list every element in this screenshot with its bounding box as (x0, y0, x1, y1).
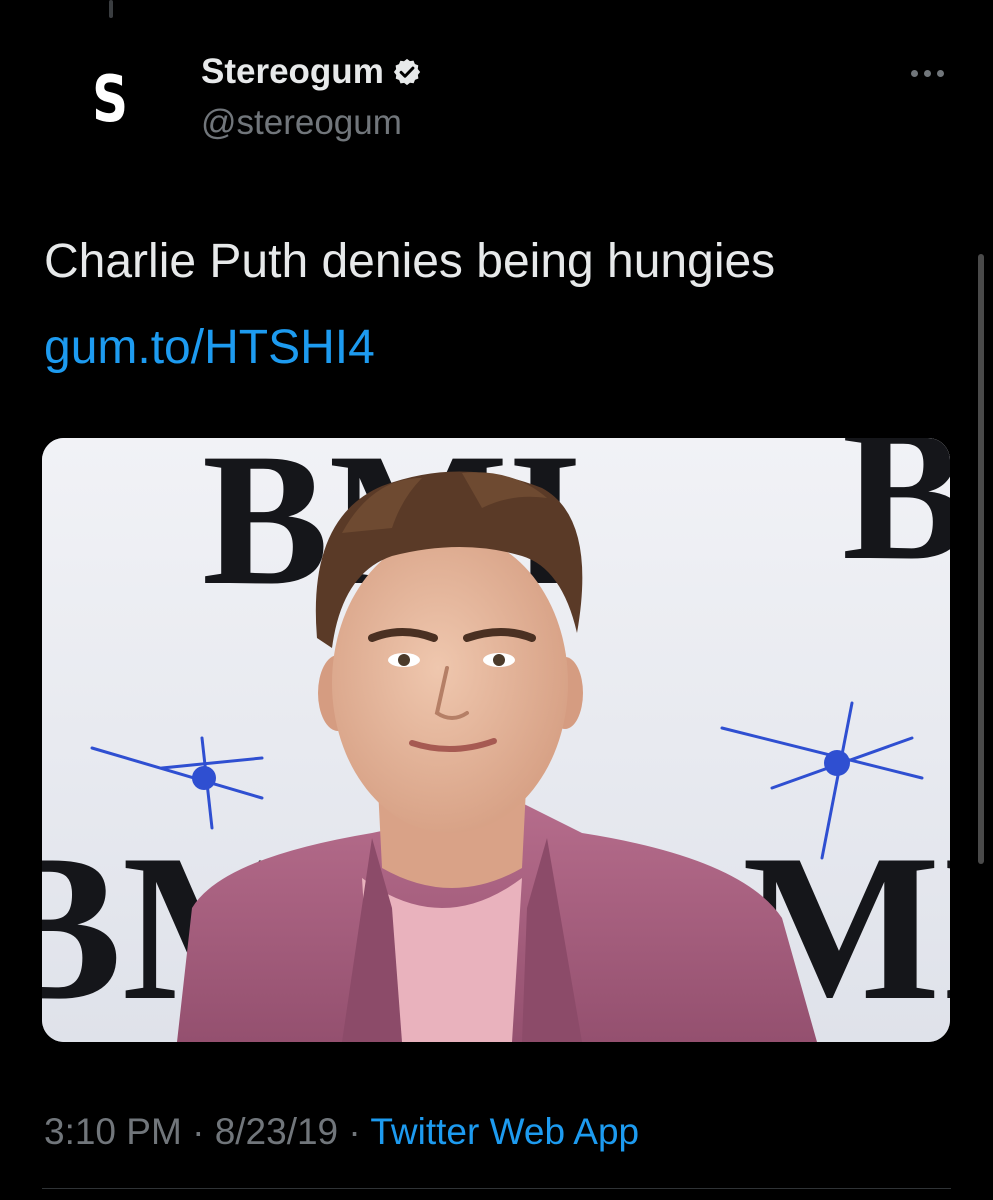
more-options-dot (936, 69, 944, 77)
scrollbar-thumb[interactable] (978, 254, 984, 864)
backdrop-logo-top-right: BMI (842, 438, 950, 600)
author-display-name[interactable]: Stereogum (201, 52, 384, 92)
divider (42, 1188, 951, 1189)
author-name-row[interactable]: Stereogum (201, 52, 422, 92)
more-options-button[interactable] (905, 58, 949, 88)
author-handle[interactable]: @stereogum (201, 103, 402, 143)
more-options-icon (910, 69, 918, 77)
tweet-media-photo[interactable]: BMI BMI BMI BMI (42, 438, 950, 1042)
tweet-time[interactable]: 3:10 PM (44, 1111, 182, 1152)
tweet-date[interactable]: 8/23/19 (215, 1111, 338, 1152)
more-options-dot (923, 69, 931, 77)
avatar-logo-letter: S (92, 63, 128, 137)
photo-illustration: BMI BMI BMI BMI (42, 438, 950, 1042)
tweet-link[interactable]: gum.to/HTSHI4 (44, 318, 375, 378)
verified-badge-icon (392, 57, 422, 87)
tweet-meta-row: 3:10 PM · 8/23/19 · Twitter Web App (44, 1108, 639, 1156)
tweet-body-text: Charlie Puth denies being hungies (44, 235, 776, 288)
meta-separator: · (192, 1111, 205, 1152)
tweet-source-link[interactable]: Twitter Web App (370, 1111, 639, 1152)
thread-connector-line (109, 0, 113, 18)
meta-separator: · (348, 1111, 361, 1152)
author-avatar[interactable]: S (60, 50, 160, 150)
